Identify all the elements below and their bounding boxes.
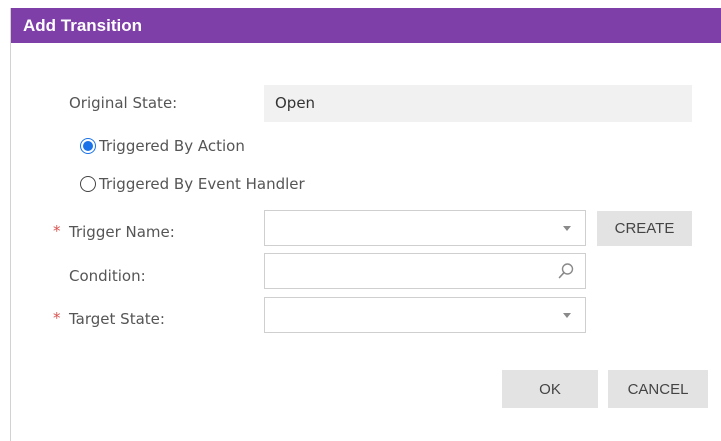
magnifier-icon[interactable] [557, 262, 575, 280]
trigger-name-dropdown[interactable] [264, 210, 586, 246]
target-state-input[interactable] [265, 298, 561, 332]
triggered-by-event-handler-option[interactable]: Triggered By Event Handler [80, 175, 305, 193]
triggered-by-action-option[interactable]: Triggered By Action [80, 137, 245, 155]
target-state-dropdown[interactable] [264, 297, 586, 333]
trigger-name-input[interactable] [265, 211, 561, 245]
target-state-label: Target State: [69, 310, 165, 328]
condition-field[interactable] [264, 253, 586, 289]
original-state-label: Original State: [69, 94, 178, 112]
triggered-by-action-label: Triggered By Action [99, 137, 245, 155]
add-transition-dialog: Add Transition Original State: Open Trig… [10, 8, 721, 441]
chevron-down-icon[interactable] [563, 313, 571, 318]
chevron-down-icon[interactable] [563, 226, 571, 231]
condition-input[interactable] [265, 254, 561, 288]
trigger-name-required-marker: * [53, 222, 61, 240]
original-state-value: Open [264, 85, 692, 122]
target-state-required-marker: * [53, 309, 61, 327]
dialog-title: Add Transition [11, 8, 721, 43]
triggered-by-event-handler-label: Triggered By Event Handler [99, 175, 305, 193]
condition-label: Condition: [69, 267, 146, 285]
cancel-button[interactable]: CANCEL [608, 370, 708, 408]
ok-button[interactable]: OK [502, 370, 598, 408]
triggered-by-action-radio[interactable] [80, 138, 96, 154]
triggered-by-event-handler-radio[interactable] [80, 176, 96, 192]
create-button[interactable]: CREATE [597, 211, 692, 246]
trigger-name-label: Trigger Name: [69, 223, 175, 241]
